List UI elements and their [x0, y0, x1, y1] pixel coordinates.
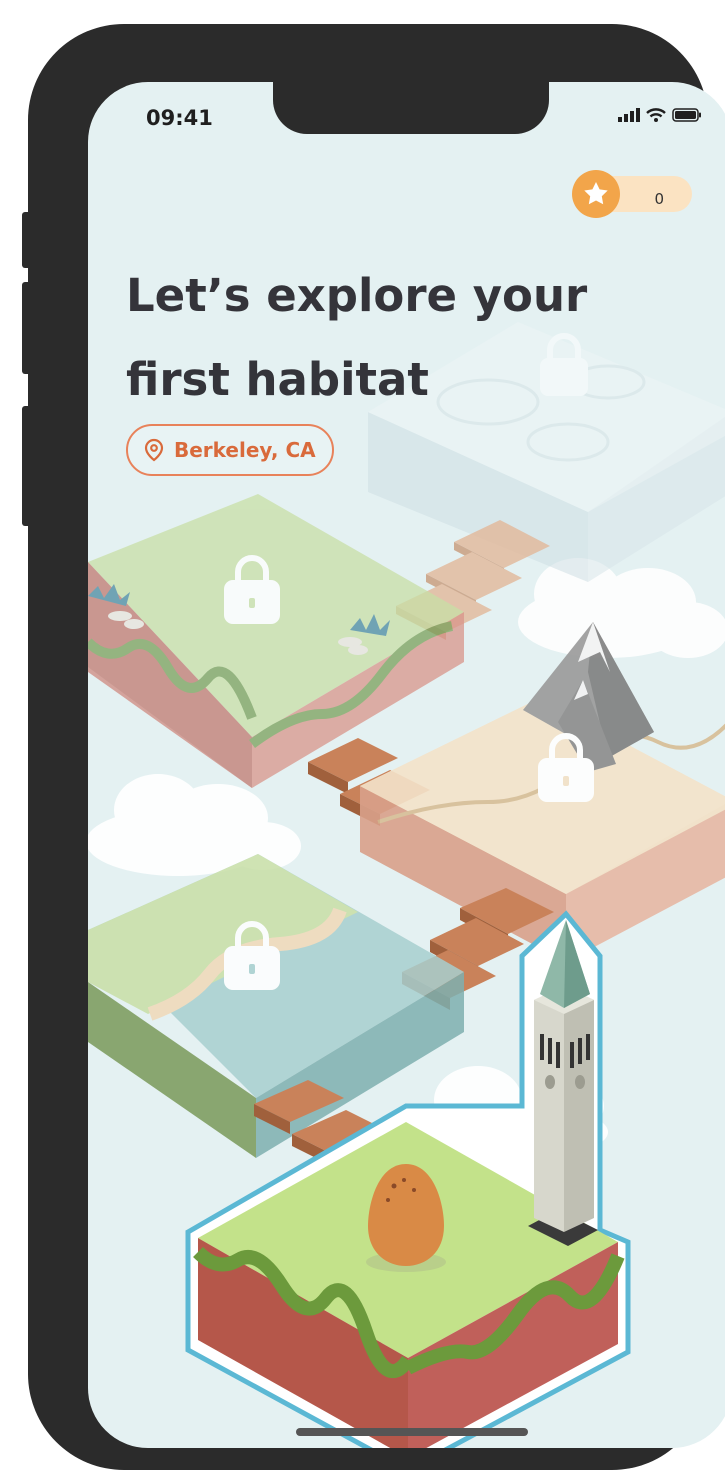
signal-icon	[618, 108, 640, 122]
status-time: 09:41	[146, 106, 213, 130]
wifi-icon	[646, 108, 666, 122]
app-screen: 09:41 0 Let’s explore your first habitat…	[88, 82, 725, 1448]
habitat-grassland[interactable]	[88, 494, 464, 788]
battery-icon	[672, 108, 701, 122]
location-button[interactable]: Berkeley, CA	[126, 424, 334, 476]
page-title-line-2: first habitat	[126, 353, 429, 406]
phone-notch	[273, 82, 549, 134]
star-icon	[572, 170, 620, 218]
location-pin-icon	[144, 438, 164, 462]
phone-frame: 09:41 0 Let’s explore your first habitat…	[28, 24, 725, 1470]
cloud-right-top	[518, 558, 725, 658]
star-score-badge[interactable]: 0	[572, 170, 692, 218]
home-indicator[interactable]	[296, 1428, 528, 1436]
status-icons	[618, 108, 702, 122]
page-title-line-1: Let’s explore your	[126, 269, 588, 322]
location-label: Berkeley, CA	[174, 438, 316, 462]
page-title: Let’s explore your first habitat	[126, 254, 646, 422]
score-value: 0	[654, 190, 664, 208]
